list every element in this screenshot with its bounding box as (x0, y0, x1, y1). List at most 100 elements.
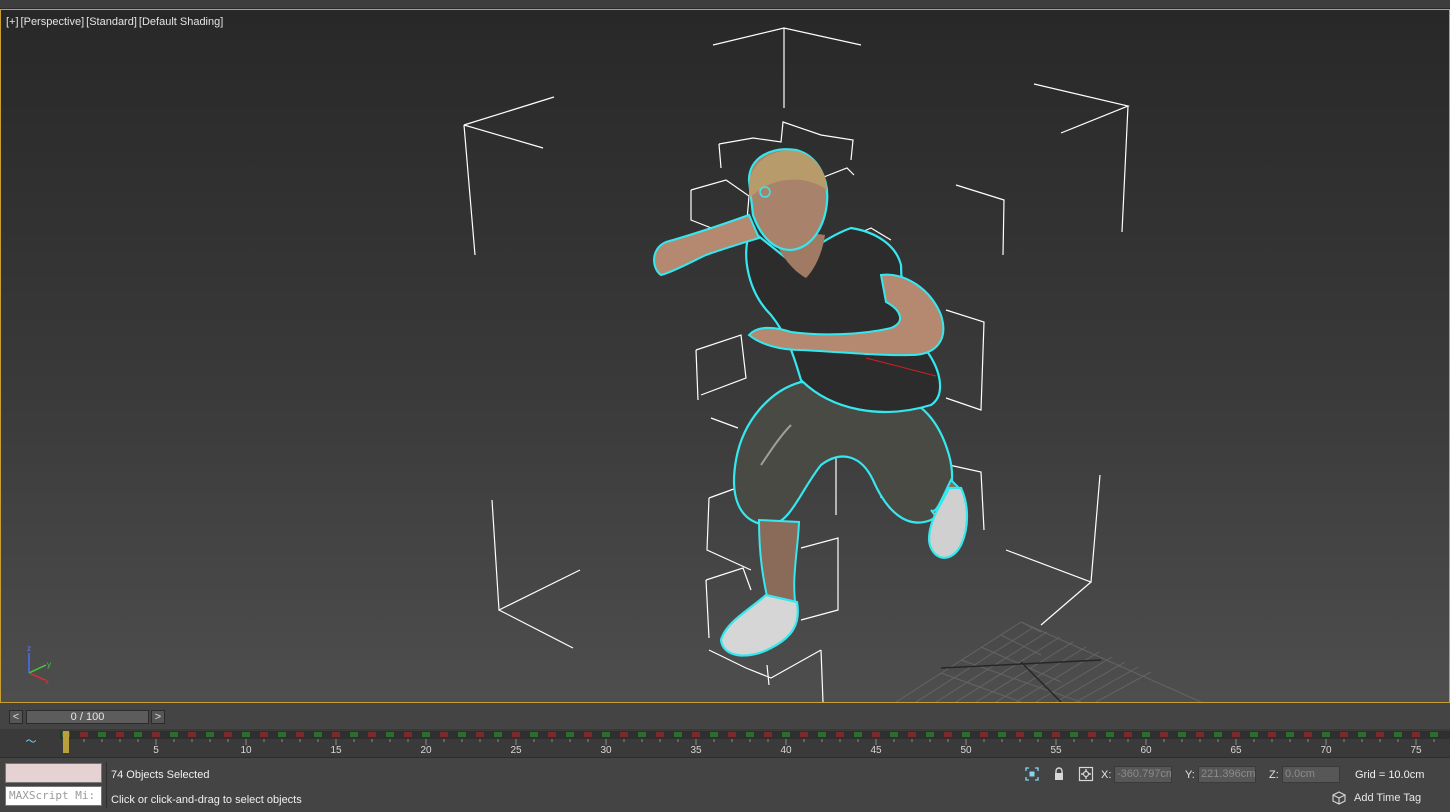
track-bar-cell (710, 732, 718, 737)
time-slider-row: < 0 / 100 > (0, 707, 1450, 729)
track-bar-cell (296, 732, 304, 737)
track-bar-cell (638, 732, 646, 737)
track-bar-cell (944, 732, 952, 737)
track-bar-cell (476, 732, 484, 737)
track-bar-cell (206, 732, 214, 737)
track-bar-cell (566, 732, 574, 737)
maxscript-mini-listener-input[interactable]: MAXScript Mi: (5, 786, 102, 806)
top-toolbar-strip (0, 0, 1450, 9)
track-bar-cell (1070, 732, 1078, 737)
add-time-tag-label: Add Time Tag (1354, 792, 1422, 804)
track-bar-tick-label: 35 (690, 745, 702, 755)
track-bar-cell (80, 732, 88, 737)
track-bar-cell (746, 732, 754, 737)
track-bar-cell (278, 732, 286, 737)
curve-editor-icon[interactable]: 〜 (22, 733, 40, 751)
track-bar-cell (890, 732, 898, 737)
track-bar-cell (1304, 732, 1312, 737)
track-bar-cell (1430, 732, 1438, 737)
track-bar-tick-label: 75 (1410, 745, 1422, 755)
track-bar-tick-label: 50 (960, 745, 972, 755)
status-bar: MAXScript Mi: 74 Objects Selected Click … (0, 757, 1450, 812)
track-bar-cell (1196, 732, 1204, 737)
time-slider-marker[interactable] (63, 731, 69, 753)
track-bar-cell (548, 732, 556, 737)
track-bar-cell (962, 732, 970, 737)
track-bar-cell (764, 732, 772, 737)
track-bar-cell (98, 732, 106, 737)
selection-lock-icon[interactable] (1051, 766, 1067, 782)
viewport-point-of-view-menu[interactable]: [Perspective] (21, 16, 85, 28)
track-bar-cell (530, 732, 538, 737)
z-coordinate-label: Z: (1269, 769, 1279, 781)
track-bar-cell (674, 732, 682, 737)
track-bar-tick-label: 70 (1320, 745, 1332, 755)
track-bar-cell (242, 732, 250, 737)
viewport-general-menu[interactable]: [+] (6, 16, 19, 28)
track-bar-cell (854, 732, 862, 737)
viewport-shading-menu[interactable]: [Default Shading] (139, 16, 223, 28)
track-bar-cell (458, 732, 466, 737)
track-bar-cell (980, 732, 988, 737)
track-bar-cell (584, 732, 592, 737)
track-bar-cell (386, 732, 394, 737)
track-bar-cell (314, 732, 322, 737)
track-bar-cell (116, 732, 124, 737)
track-bar-tick-labels: 5 10 15 20 25 30 35 40 45 50 55 60 65 70 75 (153, 745, 1422, 755)
previous-frame-button[interactable]: < (9, 710, 23, 724)
absolute-mode-transform-icon[interactable] (1078, 766, 1094, 782)
track-bar-cell (1358, 732, 1366, 737)
track-bar-cell (332, 732, 340, 737)
track-bar-cell (656, 732, 664, 737)
track-bar-cell (1322, 732, 1330, 737)
track-bar-tick-label: 45 (870, 745, 882, 755)
next-frame-button[interactable]: > (151, 710, 165, 724)
track-bar[interactable]: 〜 5 10 15 20 25 30 35 40 45 50 55 60 65 70 75 (0, 729, 1450, 757)
maxscript-listener-output[interactable] (5, 763, 102, 783)
track-bar-cell (1394, 732, 1402, 737)
selection-count-text: 74 Objects Selected (111, 769, 210, 781)
track-bar-cell (260, 732, 268, 737)
z-coordinate-field[interactable]: 0.0cm (1282, 766, 1340, 783)
track-bar-cell (1250, 732, 1258, 737)
prompt-line-text: Click or click-and-drag to select object… (111, 794, 302, 806)
grid-size-text: Grid = 10.0cm (1355, 769, 1425, 781)
track-bar-cell (836, 732, 844, 737)
track-bar-cell (908, 732, 916, 737)
track-bar-cell (692, 732, 700, 737)
track-bar-cell (1178, 732, 1186, 737)
track-bar-tick-label: 25 (510, 745, 522, 755)
track-bar-cell (1160, 732, 1168, 737)
track-bar-cell (422, 732, 430, 737)
track-bar-cell (782, 732, 790, 737)
track-bar-ruler[interactable]: 5 10 15 20 25 30 35 40 45 50 55 60 65 70 75 (60, 731, 1450, 755)
perspective-viewport[interactable]: z y x [+] [Perspective] [Standard] [Defa… (0, 9, 1450, 703)
track-bar-cell (224, 732, 232, 737)
add-time-tag-button[interactable]: Add Time Tag (1332, 791, 1421, 805)
track-bar-cell (1016, 732, 1024, 737)
track-bar-tick-label: 15 (330, 745, 342, 755)
character-model[interactable] (653, 148, 969, 657)
track-bar-cell (494, 732, 502, 737)
y-coordinate-field[interactable]: 221.396cm (1198, 766, 1256, 783)
track-bar-cell (1376, 732, 1384, 737)
axis-z-label: z (27, 644, 31, 653)
isolate-selection-icon[interactable] (1024, 766, 1040, 782)
track-bar-tick-label: 5 (153, 745, 159, 755)
track-bar-cell (1412, 732, 1420, 737)
x-coordinate-field[interactable]: -360.797cm (1114, 766, 1172, 783)
axis-y-label: y (47, 660, 51, 669)
time-tag-cube-icon (1332, 791, 1346, 805)
track-bar-cell (926, 732, 934, 737)
x-coordinate-label: X: (1101, 769, 1112, 781)
track-bar-cell (1214, 732, 1222, 737)
time-slider[interactable]: 0 / 100 (26, 710, 149, 724)
track-bar-cell (170, 732, 178, 737)
viewport-label-menu: [+] [Perspective] [Standard] [Default Sh… (6, 16, 223, 28)
track-bar-cell (152, 732, 160, 737)
viewport-scene[interactable]: z y x (1, 10, 1449, 702)
track-bar-cell (512, 732, 520, 737)
track-bar-cell (440, 732, 448, 737)
track-bar-cell (620, 732, 628, 737)
viewport-standard-menu[interactable]: [Standard] (86, 16, 137, 28)
